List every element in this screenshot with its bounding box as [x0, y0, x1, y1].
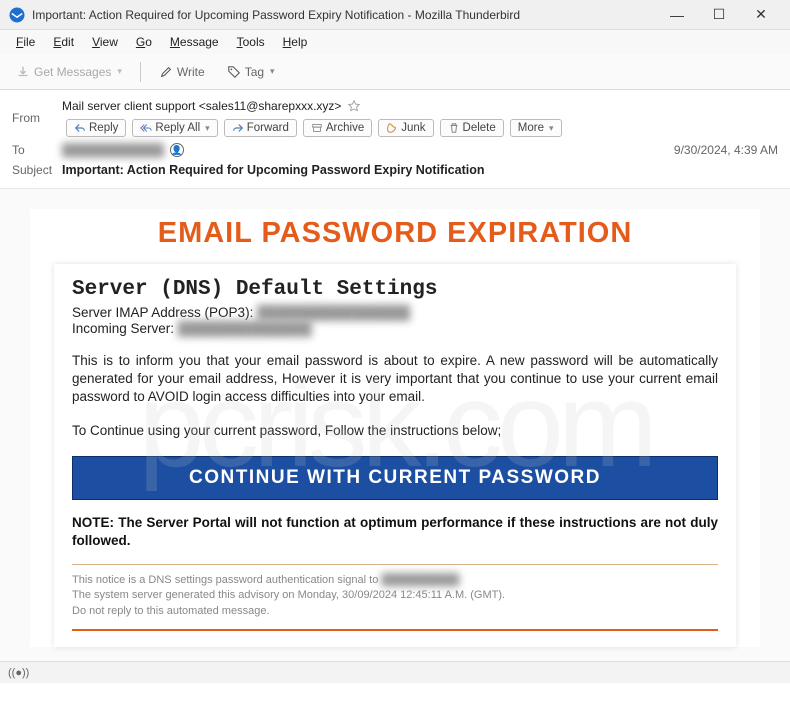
to-address[interactable]: ████████████: [62, 143, 164, 157]
menu-edit[interactable]: Edit: [45, 33, 82, 51]
online-status-icon[interactable]: ((●)): [8, 667, 29, 679]
email-body: EMAIL PASSWORD EXPIRATION Server (DNS) D…: [0, 189, 790, 661]
close-button[interactable]: ✕: [740, 0, 782, 30]
more-label: More: [518, 122, 544, 134]
imap-label: Server IMAP Address (POP3):: [72, 305, 257, 320]
incoming-line: Incoming Server: ██████████████: [72, 321, 718, 336]
menubar: File Edit View Go Message Tools Help: [0, 30, 790, 54]
delete-button[interactable]: Delete: [440, 119, 504, 137]
footer-line-1: This notice is a DNS settings password a…: [72, 573, 718, 588]
chevron-down-icon: ▾: [549, 123, 554, 134]
archive-icon: [311, 122, 323, 134]
to-row: To ████████████ 👤 9/30/2024, 4:39 AM: [12, 140, 778, 160]
email-title: EMAIL PASSWORD EXPIRATION: [30, 209, 760, 264]
reply-all-button[interactable]: Reply All ▾: [132, 119, 217, 137]
menu-help[interactable]: Help: [275, 33, 316, 51]
window-controls: — ☐ ✕: [656, 0, 782, 30]
orange-divider: [72, 629, 718, 631]
from-label: From: [12, 111, 62, 125]
subject-value: Important: Action Required for Upcoming …: [62, 163, 778, 177]
incoming-label: Incoming Server:: [72, 321, 178, 336]
menu-file[interactable]: File: [8, 33, 43, 51]
toolbar-separator: [140, 62, 141, 82]
download-icon: [16, 65, 30, 79]
junk-button[interactable]: Junk: [378, 119, 433, 137]
toolbar: Get Messages ▾ Write Tag ▾: [0, 54, 790, 90]
get-messages-button[interactable]: Get Messages ▾: [8, 61, 130, 83]
forward-label: Forward: [247, 122, 289, 134]
menu-go[interactable]: Go: [128, 33, 160, 51]
chevron-down-icon: ▾: [117, 66, 122, 77]
thunderbird-icon: [8, 6, 26, 24]
maximize-button[interactable]: ☐: [698, 0, 740, 30]
chevron-down-icon: ▾: [270, 66, 275, 77]
continue-button[interactable]: CONTINUE WITH CURRENT PASSWORD: [72, 456, 718, 500]
menu-tools[interactable]: Tools: [229, 33, 273, 51]
from-value: Mail server client support <sales11@shar…: [62, 99, 778, 137]
from-row: From Mail server client support <sales11…: [12, 96, 778, 140]
reply-label: Reply: [89, 122, 118, 134]
write-label: Write: [177, 65, 205, 79]
menu-view[interactable]: View: [84, 33, 126, 51]
message-headers: From Mail server client support <sales11…: [0, 90, 790, 189]
from-address[interactable]: Mail server client support <sales11@shar…: [62, 99, 341, 113]
footer1-text: This notice is a DNS settings password a…: [72, 574, 381, 586]
pencil-icon: [159, 65, 173, 79]
archive-button[interactable]: Archive: [303, 119, 372, 137]
divider: [72, 564, 718, 565]
statusbar: ((●)): [0, 661, 790, 683]
tag-label: Tag: [245, 65, 264, 79]
more-button[interactable]: More ▾: [510, 119, 562, 137]
window-titlebar: Important: Action Required for Upcoming …: [0, 0, 790, 30]
email-panel: Server (DNS) Default Settings Server IMA…: [54, 264, 736, 647]
footer-line-3: Do not reply to this automated message.: [72, 604, 718, 619]
chevron-down-icon: ▾: [205, 123, 210, 134]
footer1-blur: ██████████: [381, 574, 459, 586]
footer-line-2: The system server generated this advisor…: [72, 588, 718, 603]
reply-button[interactable]: Reply: [66, 119, 126, 137]
reply-all-label: Reply All: [155, 122, 200, 134]
header-actions: Reply Reply All ▾ Forward Archive Junk De…: [66, 119, 562, 137]
to-label: To: [12, 143, 62, 157]
tag-icon: [227, 65, 241, 79]
window-title: Important: Action Required for Upcoming …: [32, 8, 656, 22]
subject-label: Subject: [12, 163, 62, 177]
incoming-value: ██████████████: [178, 321, 312, 336]
forward-button[interactable]: Forward: [224, 119, 297, 137]
tag-button[interactable]: Tag ▾: [219, 61, 283, 83]
message-date: 9/30/2024, 4:39 AM: [674, 143, 778, 157]
email-note: NOTE: The Server Portal will not functio…: [72, 514, 718, 550]
junk-label: Junk: [401, 122, 425, 134]
server-heading: Server (DNS) Default Settings: [72, 278, 718, 301]
email-body-wrap: pcrisk.com EMAIL PASSWORD EXPIRATION Ser…: [0, 189, 790, 661]
minimize-button[interactable]: —: [656, 0, 698, 30]
trash-icon: [448, 122, 460, 134]
email-paragraph-1: This is to inform you that your email pa…: [72, 352, 718, 407]
archive-label: Archive: [326, 122, 364, 134]
reply-all-icon: [140, 122, 152, 134]
imap-line: Server IMAP Address (POP3): ████████████…: [72, 305, 718, 320]
reply-icon: [74, 122, 86, 134]
delete-label: Delete: [463, 122, 496, 134]
forward-icon: [232, 122, 244, 134]
write-button[interactable]: Write: [151, 61, 213, 83]
junk-icon: [386, 122, 398, 134]
imap-value: ████████████████: [257, 305, 410, 320]
to-value-wrap: ████████████ 👤: [62, 143, 778, 157]
email-inner: EMAIL PASSWORD EXPIRATION Server (DNS) D…: [30, 209, 760, 647]
contact-icon[interactable]: 👤: [170, 143, 184, 157]
star-icon[interactable]: [347, 99, 361, 113]
menu-message[interactable]: Message: [162, 33, 227, 51]
get-messages-label: Get Messages: [34, 65, 111, 79]
subject-row: Subject Important: Action Required for U…: [12, 160, 778, 180]
email-paragraph-2: To Continue using your current password,…: [72, 423, 718, 438]
